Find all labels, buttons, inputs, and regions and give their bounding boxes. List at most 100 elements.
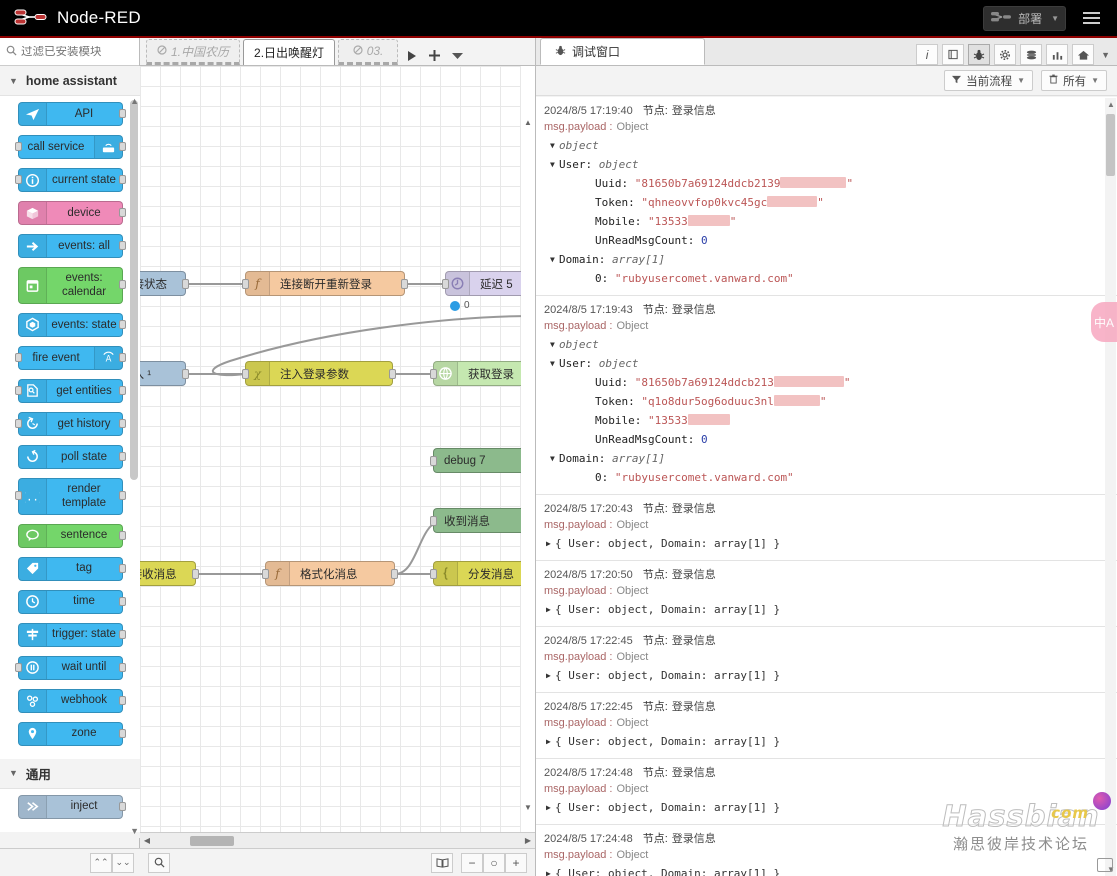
palette-node-tag[interactable]: tag	[17, 556, 126, 581]
flow-canvas[interactable]: 连接状态 f 连接断开重新登录 延迟 5 0 注入 ¹ χ 注入登录参数 获取登录 debug 7…	[140, 66, 535, 848]
hscroll-thumb[interactable]	[190, 835, 234, 846]
palette-node-time[interactable]: time	[17, 589, 126, 614]
twisty-collapsed-icon[interactable]: ▶	[546, 732, 555, 751]
node-input-port[interactable]	[430, 515, 437, 526]
zoom-reset-icon[interactable]: ○	[483, 852, 505, 873]
node-output-port[interactable]	[118, 352, 126, 362]
debug-value-row[interactable]: 0: "rubyusercomet.vanward.com"	[544, 468, 1110, 487]
debug-message[interactable]: 2024/8/5 17:20:43 节点: 登录信息 msg.payload : Obj…	[536, 495, 1117, 561]
debug-node-name[interactable]: 登录信息	[672, 635, 716, 647]
flow-tab-2[interactable]: 2.日出唤醒灯	[243, 39, 336, 65]
node-output-port[interactable]	[118, 418, 126, 428]
node-input-port[interactable]	[14, 418, 22, 428]
debug-node-name[interactable]: 登录信息	[672, 569, 716, 581]
palette-node-current-state[interactable]: current state	[14, 168, 126, 192]
debug-value-row[interactable]: ▼ User: object	[544, 155, 1110, 174]
node-output-port[interactable]	[389, 368, 396, 379]
canvas-scroll-down-icon[interactable]: ▼	[524, 803, 532, 812]
palette-node-call-service[interactable]: call service	[14, 135, 126, 159]
palette-scroll-down-icon[interactable]: ▼	[130, 826, 139, 836]
node-output-port[interactable]	[118, 319, 126, 329]
node-output-port[interactable]	[118, 109, 126, 118]
palette-node-events-calendar[interactable]: events: calendar	[17, 267, 126, 304]
flow-node-n8[interactable]: 收到消息	[430, 508, 528, 533]
debug-node-name[interactable]: 登录信息	[672, 833, 716, 845]
deploy-button[interactable]: 部署 ▼	[983, 5, 1066, 31]
node-output-port[interactable]	[118, 596, 126, 606]
node-output-port[interactable]	[118, 662, 126, 672]
palette-node-zone[interactable]: zone	[17, 721, 126, 746]
node-output-port[interactable]	[118, 451, 126, 461]
debug-value-row[interactable]: ▼ object	[544, 136, 1110, 155]
play-icon[interactable]	[407, 50, 417, 62]
canvas-scroll-left-icon[interactable]: ◀	[140, 836, 154, 845]
debug-node-name[interactable]: 登录信息	[672, 701, 716, 713]
node-input-port[interactable]	[14, 491, 22, 501]
palette-node-events-state[interactable]: events: state	[17, 312, 126, 337]
debug-collapsed-row[interactable]: ▶{ User: object, Domain: array[1] }	[544, 864, 1110, 876]
node-output-port[interactable]	[401, 278, 408, 289]
palette-node-wait-until[interactable]: wait until	[14, 655, 126, 680]
node-input-port[interactable]	[262, 568, 269, 579]
node-output-port[interactable]	[118, 695, 126, 705]
twisty-expanded-icon[interactable]: ▼	[550, 335, 559, 354]
twisty-collapsed-icon[interactable]: ▶	[546, 798, 555, 817]
twisty-expanded-icon[interactable]: ▼	[550, 155, 559, 174]
debug-collapsed-row[interactable]: ▶{ User: object, Domain: array[1] }	[544, 600, 1110, 619]
flow-node-n5[interactable]: χ 注入登录参数	[242, 361, 396, 386]
zoom-out-icon[interactable]: −	[461, 852, 483, 873]
node-output-port[interactable]	[118, 175, 126, 184]
translate-widget[interactable]: 中A	[1091, 302, 1117, 342]
debug-value-row[interactable]: UnReadMsgCount: 0	[544, 430, 1110, 449]
flow-node-n4[interactable]: 注入 ¹	[140, 361, 189, 386]
palette-search-input[interactable]	[21, 45, 129, 58]
debug-value-row[interactable]: Mobile: "13533 "	[544, 212, 1110, 231]
node-output-port[interactable]	[118, 208, 126, 217]
palette-node-get-history[interactable]: get history	[14, 411, 126, 436]
home-icon[interactable]	[1072, 44, 1095, 65]
info-icon[interactable]: i	[916, 44, 939, 65]
monitor-icon[interactable]	[1097, 858, 1113, 872]
debug-message[interactable]: 2024/8/5 17:19:43 节点: 登录信息 msg.payload : Obj…	[536, 296, 1117, 495]
debug-value-row[interactable]: Mobile: "13533	[544, 411, 1110, 430]
node-output-port[interactable]	[118, 385, 126, 395]
debug-scroll-thumb[interactable]	[1106, 114, 1115, 176]
node-input-port[interactable]	[14, 385, 22, 395]
palette-node-events-all[interactable]: events: all	[17, 234, 126, 258]
palette-category-home-assistant[interactable]: ▼ home assistant	[0, 66, 140, 96]
debug-collapsed-row[interactable]: ▶{ User: object, Domain: array[1] }	[544, 732, 1110, 751]
canvas-scroll-up-icon[interactable]: ▲	[524, 118, 532, 127]
clear-messages-button[interactable]: 所有 ▼	[1041, 70, 1107, 91]
palette-scroll-up-icon[interactable]: ▲	[130, 96, 139, 106]
canvas-horizontal-scrollbar[interactable]: ◀ ▶	[140, 832, 535, 848]
node-output-port[interactable]	[118, 801, 126, 811]
node-output-port[interactable]	[118, 728, 126, 738]
palette-node-fire-event[interactable]: fire event A	[14, 345, 126, 370]
debug-value-row[interactable]: ▼ User: object	[544, 354, 1110, 373]
twisty-collapsed-icon[interactable]: ▶	[546, 864, 555, 876]
palette-category-general[interactable]: ▼ 通用	[0, 758, 140, 789]
flow-tab-3[interactable]: 03.	[338, 39, 399, 65]
twisty-collapsed-icon[interactable]: ▶	[546, 600, 555, 619]
tab-menu-icon[interactable]	[452, 52, 464, 60]
node-input-port[interactable]	[242, 278, 249, 289]
flow-node-n7[interactable]: debug 7	[430, 448, 528, 473]
palette-node-get-entities[interactable]: get entities	[14, 378, 126, 403]
flow-node-n9[interactable]: et接收消息	[140, 561, 199, 586]
debug-value-row[interactable]: Token: "qhneovvfop0kvc45gc "	[544, 193, 1110, 212]
canvas-vertical-scrollbar[interactable]: ▲ ▼	[521, 66, 535, 832]
hscroll-track[interactable]	[154, 833, 521, 849]
debug-value-row[interactable]: UnReadMsgCount: 0	[544, 231, 1110, 250]
debug-collapsed-row[interactable]: ▶{ User: object, Domain: array[1] }	[544, 666, 1110, 685]
palette-node-render-template[interactable]: {..} render template	[14, 477, 126, 515]
twisty-collapsed-icon[interactable]: ▶	[546, 666, 555, 685]
node-output-port[interactable]	[118, 142, 126, 151]
zoom-in-icon[interactable]: +	[505, 852, 527, 873]
canvas-search-icon[interactable]	[148, 852, 170, 873]
gear-icon[interactable]	[994, 44, 1017, 65]
debug-node-name[interactable]: 登录信息	[672, 304, 716, 316]
node-output-port[interactable]	[391, 568, 398, 579]
twisty-expanded-icon[interactable]: ▼	[550, 136, 559, 155]
twisty-expanded-icon[interactable]: ▼	[550, 250, 559, 269]
debug-message[interactable]: 2024/8/5 17:24:48 节点: 登录信息 msg.payload : Obj…	[536, 825, 1117, 876]
